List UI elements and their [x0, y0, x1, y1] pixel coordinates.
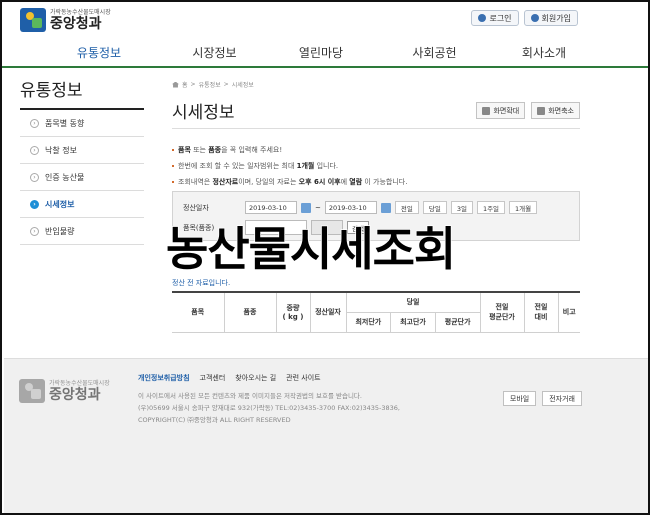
divider: [172, 128, 580, 129]
browser-frame: 가락동농수산물도매시장 중앙청과 로그인 회원가입 유통정보 시장정보 열린마당…: [0, 0, 650, 515]
nav-open-forum[interactable]: 열린마당: [257, 38, 367, 66]
sidebar: › 품목별 동향 › 낙찰 정보 › 인증 농산물 › 시세정보 › 반입물량: [20, 110, 144, 245]
chevron-right-icon: ›: [30, 226, 39, 236]
date-from-input[interactable]: 2019-03-10: [245, 201, 297, 214]
nav-company[interactable]: 회사소개: [482, 38, 594, 66]
footer-link-support[interactable]: 고객센터: [200, 373, 226, 383]
notice-item: 품목 또는 품종을 꼭 입력해 주세요!: [172, 142, 407, 158]
logo-icon: [20, 8, 46, 32]
search-user-icon: [530, 14, 539, 22]
price-table: 품목 품종 중량( kg ) 정산일자 당일 전일 평균단가 전일 대비 비고 최저…: [172, 291, 580, 333]
zoom-out-button[interactable]: 화면축소: [531, 102, 580, 119]
date-to-input[interactable]: 2019-03-10: [324, 201, 377, 214]
signup-button[interactable]: 회원가입: [523, 10, 578, 26]
logo-icon: [19, 379, 45, 403]
breadcrumb: 홈 > 유통정보 > 시세정보: [172, 80, 254, 89]
footer-info: 이 사이트에서 사용된 모든 컨텐츠와 제품 이미지들은 저작권법의 보호를 받…: [138, 392, 401, 424]
col-max-price: 최고단가: [390, 312, 436, 333]
top-utility: 로그인 회원가입: [471, 10, 578, 26]
col-today: 당일: [345, 292, 481, 313]
date-label: 정산일자: [183, 203, 209, 212]
page-title: 시세정보: [172, 103, 235, 123]
main-nav: 유통정보 시장정보 열린마당 사회공헌 회사소개: [2, 38, 648, 68]
range-week-button[interactable]: 1주일: [476, 201, 506, 214]
logo-subtitle: 가락동농수산물도매시장: [50, 8, 111, 16]
notice-list: 품목 또는 품종을 꼭 입력해 주세요! 한번에 조회 할 수 있는 일자범위는…: [172, 142, 407, 190]
zoom-in-icon: [482, 106, 491, 115]
zoom-in-button[interactable]: 화면확대: [476, 102, 526, 119]
col-note: 비고: [557, 292, 580, 333]
range-today-button[interactable]: 당일: [422, 201, 447, 214]
notice-item: 조회내역은 정산자료이며, 당일의 자료는 오후 6시 이후에 열람 이 가능합…: [172, 174, 407, 190]
sidebar-item-price[interactable]: › 시세정보: [20, 191, 144, 218]
footer-links: 개인정보취급방침 고객센터 찾아오시는 길 관련 사이트: [138, 373, 321, 383]
footer: 가락동농수산물도매시장 중앙청과 개인정보취급방침 고객센터 찾아오시는 길 관…: [4, 358, 648, 513]
col-avg-price: 평균단가: [434, 312, 480, 333]
col-min-price: 최저단가: [346, 312, 392, 333]
col-prev-avg: 전일 평균단가: [479, 292, 525, 333]
zoom-out-icon: [537, 106, 546, 115]
chevron-right-icon: ›: [30, 118, 39, 128]
home-icon[interactable]: [172, 81, 179, 88]
col-prev-compare: 전일 대비: [523, 292, 559, 333]
chevron-right-icon: ›: [30, 172, 39, 182]
col-variety: 품종: [223, 292, 277, 333]
footer-link-directions[interactable]: 찾아오시는 길: [235, 373, 276, 383]
mobile-button[interactable]: 모바일: [502, 391, 537, 406]
footer-link-related[interactable]: 관련 사이트: [286, 373, 320, 383]
calendar-icon[interactable]: [380, 202, 391, 213]
chevron-right-icon: ›: [30, 145, 39, 155]
site-logo[interactable]: 가락동농수산물도매시장 중앙청과: [20, 8, 111, 32]
calendar-icon[interactable]: [301, 202, 311, 213]
chevron-right-icon: ›: [30, 199, 39, 209]
nav-distribution[interactable]: 유통정보: [2, 38, 152, 66]
range-3day-button[interactable]: 3일: [450, 201, 473, 214]
user-icon: [478, 14, 487, 22]
nav-market[interactable]: 시장정보: [152, 38, 257, 66]
sidebar-item-bid[interactable]: › 낙찰 정보: [20, 137, 144, 164]
footer-logo: 가락동농수산물도매시장 중앙청과: [19, 379, 110, 403]
notice-item: 한번에 조회 할 수 있는 일자범위는 최대 1개월 입니다.: [172, 158, 407, 174]
partial-notice: 정산 전 자료입니다.: [172, 279, 231, 287]
col-item: 품목: [172, 292, 225, 333]
col-weight: 중량( kg ): [275, 292, 311, 333]
range-month-button[interactable]: 1개월: [509, 201, 538, 214]
sidebar-item-certified[interactable]: › 인증 농산물: [20, 164, 144, 191]
e-trade-button[interactable]: 전자거래: [542, 391, 582, 406]
range-prev-day-button[interactable]: 전일: [394, 201, 419, 214]
footer-buttons: 모바일 전자거래: [502, 391, 582, 406]
sidebar-title: 유통정보: [20, 76, 144, 110]
footer-link-privacy[interactable]: 개인정보취급방침: [138, 373, 190, 383]
sidebar-item-volume[interactable]: › 반입물량: [20, 218, 144, 245]
overlay-caption: 농산물시세조회: [165, 222, 457, 276]
zoom-controls: 화면확대 화면축소: [476, 102, 580, 119]
col-settle-date: 정산일자: [309, 292, 347, 333]
nav-social[interactable]: 사회공헌: [367, 38, 482, 66]
logo-name: 중앙청과: [50, 15, 102, 32]
login-button[interactable]: 로그인: [471, 10, 519, 26]
sidebar-item-trend[interactable]: › 품목별 동향: [20, 110, 144, 137]
